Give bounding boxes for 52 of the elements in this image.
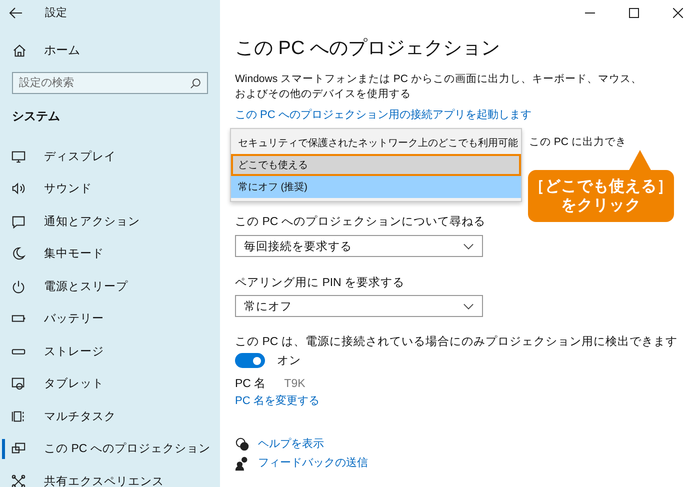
search-field[interactable]: 設定の検索 [12,72,208,94]
multitask-icon [11,408,26,424]
sidebar-item[interactable]: タブレット [0,368,220,400]
feedback-link[interactable]: フィードバックの送信 [258,456,368,471]
toggle-switch[interactable] [235,353,265,368]
section-heading: システム [12,108,61,124]
dropdown[interactable]: 毎回接続を要求する [235,235,483,257]
power-icon [11,278,26,294]
sidebar-item[interactable]: 共有エクスペリエンス [0,465,220,487]
sidebar-item[interactable]: ディスプレイ [0,140,220,172]
toggle-label: オン [277,354,301,368]
help-link[interactable]: ヘルプを表示 [258,437,324,452]
setting-label: この PC は、電源に接続されている場合にのみプロジェクション用に検出できます [235,334,678,350]
menu-item[interactable]: セキュリティで保護されたネットワーク上のどこでも利用可能 [231,132,521,154]
setting-label: この PC へのプロジェクションについて尋ねる [235,214,486,230]
close-icon[interactable] [673,8,683,18]
sidebar-item[interactable]: マルチタスク [0,400,220,432]
feedback-icon [235,456,250,471]
speaker-icon [11,181,26,196]
menu-item[interactable]: 常にオフ (推奨) [231,176,521,198]
menu-item[interactable]: どこでも使える [231,154,521,176]
tablet-icon [11,376,26,392]
help-icon [235,437,250,452]
back-arrow-icon[interactable] [9,6,23,18]
setting-label: この PC に出力でき [529,135,626,150]
maximize-icon[interactable] [629,8,639,18]
dropdown[interactable]: 常にオフ [235,295,483,317]
search-icon [190,78,201,88]
chevron-icon [463,242,474,250]
sidebar-item[interactable]: 集中モード [0,238,220,270]
description: Windows スマートフォンまたは PC からこの画面に出力し、キーボード、マウス、およびその他のデバイスを使用する [235,72,643,102]
home-icon [12,42,27,58]
rename-link[interactable]: PC 名を変更する [235,394,320,409]
window-title: 設定 [45,6,67,20]
share-icon [11,474,26,487]
sidebar-item[interactable]: バッテリー [0,302,220,335]
pc-name-value: T9K [284,377,306,392]
sidebar-item[interactable]: ストレージ [0,335,220,368]
sidebar-item[interactable]: この PC へのプロジェクション [0,432,220,465]
connect-app-link[interactable]: この PC へのプロジェクション用の接続アプリを起動します [235,108,532,123]
callout-text: ［どこでも使える］ をクリック [529,177,673,215]
monitor-icon [11,148,26,164]
home-link[interactable]: ホーム [44,42,80,58]
pc-name-label: PC 名 [235,376,266,392]
page-title: この PC へのプロジェクション [235,37,501,61]
setting-label: ペアリング用に PIN を要求する [235,276,405,291]
moon-icon [11,246,26,262]
chevron-icon [463,302,474,310]
sidebar-item[interactable]: 電源とスリープ [0,270,220,302]
sidebar-item[interactable]: 通知とアクション [0,205,220,238]
message-icon [11,214,26,229]
sidebar-item[interactable]: サウンド [0,172,220,205]
